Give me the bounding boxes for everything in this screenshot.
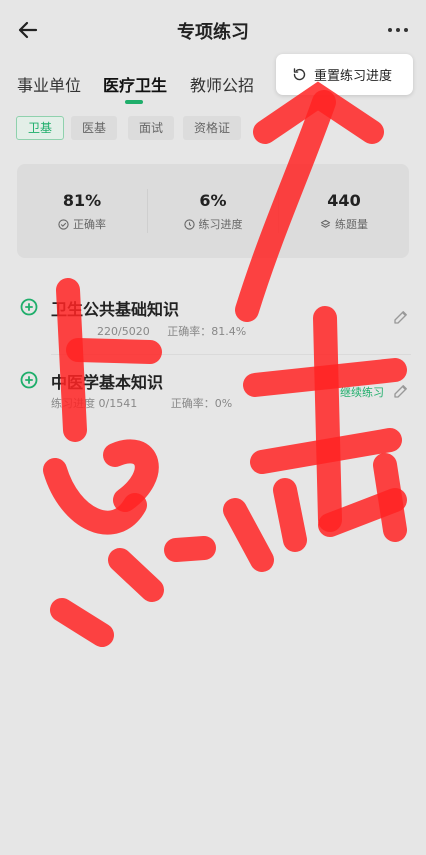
progress-circle-icon: [183, 218, 195, 230]
tab-medical-health[interactable]: 医疗卫生: [103, 72, 167, 96]
stat-value: 81%: [62, 191, 102, 210]
stat-accuracy: 81% 正确率: [17, 191, 147, 232]
item-accuracy-label: 正确率: [170, 397, 204, 410]
item-accuracy-label: 正确率: [167, 325, 201, 338]
item-progress: 练习进度 0/1541: [51, 397, 138, 410]
stat-label: 练题量: [335, 218, 368, 231]
item-meta: 220/5020 正确率：81.4%: [97, 325, 247, 338]
list-item[interactable]: 卫生公共基础知识 220/5020 正确率：81.4%: [0, 286, 426, 356]
reset-progress-button[interactable]: 重置练习进度: [276, 54, 413, 95]
chip-weiji[interactable]: 卫基: [16, 116, 65, 140]
header: 专项练习: [0, 0, 426, 62]
stat-label: 正确率: [73, 218, 106, 231]
item-meta: 练习进度 0/1541 正确率：0%: [51, 397, 233, 410]
item-title: 卫生公共基础知识: [51, 300, 180, 319]
more-button[interactable]: [386, 20, 410, 40]
pencil-icon[interactable]: [392, 308, 410, 326]
stat-value: 440: [327, 191, 361, 210]
plus-circle-icon[interactable]: [20, 371, 38, 389]
reset-icon: [293, 68, 306, 81]
check-circle-icon: [58, 218, 69, 230]
chip-yiji[interactable]: 医基: [71, 116, 118, 140]
plus-circle-icon[interactable]: [20, 298, 38, 316]
page-title: 专项练习: [177, 22, 249, 43]
more-dots-icon: [388, 28, 392, 32]
stats-card: 81% 正确率 6% 练习进度 440 练题量: [17, 164, 409, 258]
tab-public-institution[interactable]: 事业单位: [17, 72, 81, 96]
chip-interview[interactable]: 面试: [128, 116, 175, 140]
item-accuracy: 81.4%: [211, 325, 247, 338]
tab-teacher-recruitment[interactable]: 教师公招: [190, 72, 254, 96]
active-tab-indicator: [125, 100, 143, 104]
stat-value: 6%: [199, 191, 227, 210]
reset-progress-label: 重置练习进度: [314, 69, 393, 84]
chip-certificate[interactable]: 资格证: [183, 116, 242, 140]
layers-icon: [320, 219, 331, 228]
continue-practice-button[interactable]: 继续练习: [340, 384, 384, 400]
item-title: 中医学基本知识: [51, 373, 164, 392]
pencil-icon[interactable]: [392, 382, 410, 400]
stat-progress: 6% 练习进度: [148, 191, 278, 232]
item-progress: 220/5020: [97, 325, 150, 338]
stat-label: 练习进度: [198, 218, 243, 231]
divider: [51, 354, 411, 355]
stat-question-count: 440 练题量: [279, 191, 409, 232]
list-item[interactable]: 中医学基本知识 练习进度 0/1541 正确率：0% 继续练习: [0, 358, 426, 428]
item-accuracy: 0%: [214, 397, 233, 410]
